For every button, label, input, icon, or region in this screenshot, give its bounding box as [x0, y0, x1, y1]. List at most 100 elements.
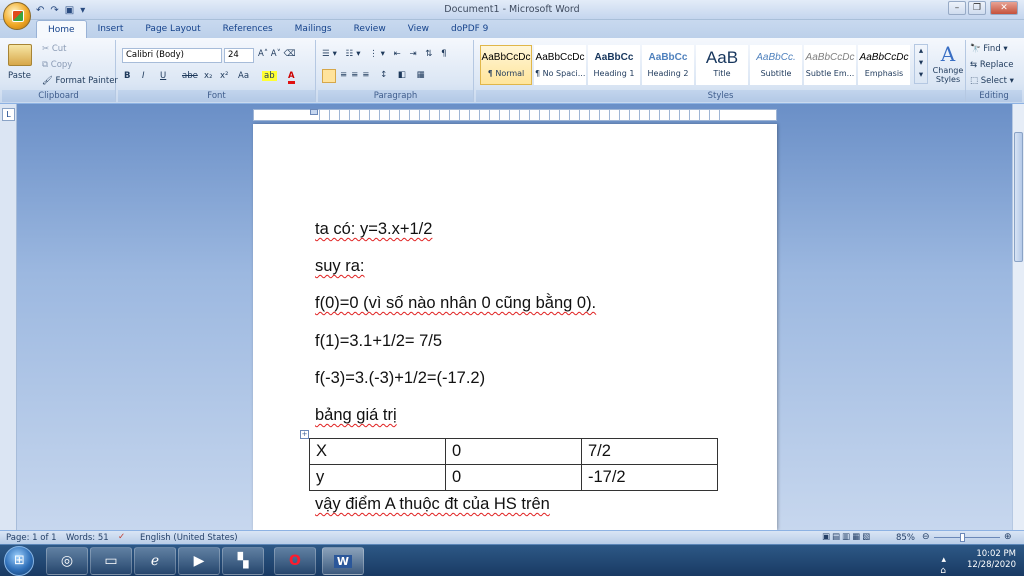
table-move-handle-icon[interactable]: +: [300, 430, 309, 439]
zoom-in-icon[interactable]: ⊕: [1004, 532, 1012, 542]
word-app-icon[interactable]: W: [322, 547, 364, 575]
doc-line-1: ta có: y=3.x+1/2: [315, 220, 433, 238]
minimize-button[interactable]: –: [948, 1, 966, 15]
style-heading-2[interactable]: AaBbCc Heading 2: [642, 45, 694, 85]
customize-qat-icon[interactable]: ▾: [80, 5, 85, 16]
align-left-icon[interactable]: [322, 69, 336, 83]
page-count[interactable]: Page: 1 of 1: [6, 533, 57, 543]
superscript-icon[interactable]: x²: [220, 71, 228, 81]
internet-explorer-icon[interactable]: ℯ: [134, 547, 176, 575]
horizontal-ruler: [253, 109, 777, 121]
language-status[interactable]: English (United States): [140, 533, 238, 543]
style-heading-1[interactable]: AaBbCc Heading 1: [588, 45, 640, 85]
doc-line-closing: vậy điểm A thuộc đt của HS trên: [315, 495, 550, 513]
vertical-scrollbar[interactable]: [1012, 104, 1024, 530]
redo-icon[interactable]: ↷: [50, 5, 58, 16]
zoom-level[interactable]: 85%: [896, 533, 915, 543]
tab-mailings[interactable]: Mailings: [284, 20, 343, 38]
title-bar: Document1 - Microsoft Word ↶ ↷ ▣ ▾ – ❐ ✕: [0, 0, 1024, 20]
table-cell[interactable]: y: [309, 464, 446, 491]
styles-scroll-icon[interactable]: ▴ ▾ ▾: [914, 44, 928, 84]
style-no-spacing[interactable]: AaBbCcDc ¶ No Spaci...: [534, 45, 586, 85]
list-icons[interactable]: ☰▾ ☷▾ ⋮▾ ⇤ ⇥ ⇅ ¶: [322, 49, 450, 59]
tab-home[interactable]: Home: [36, 20, 87, 39]
table-cell[interactable]: 0: [445, 438, 582, 465]
tab-page-layout[interactable]: Page Layout: [134, 20, 211, 38]
proofing-icon[interactable]: ✓: [118, 532, 125, 542]
tab-insert[interactable]: Insert: [87, 20, 135, 38]
word-count[interactable]: Words: 51: [66, 533, 109, 543]
office-button[interactable]: [3, 2, 31, 30]
file-explorer-icon[interactable]: ▭: [90, 547, 132, 575]
style-title[interactable]: AaB Title: [696, 45, 748, 85]
media-player-icon[interactable]: ▶: [178, 547, 220, 575]
styles-group: AaBbCcDc ¶ Normal AaBbCcDc ¶ No Spaci... A…: [476, 40, 966, 102]
paste-icon[interactable]: [8, 44, 32, 66]
close-button[interactable]: ✕: [990, 1, 1018, 15]
undo-icon[interactable]: ↶: [36, 5, 44, 16]
paste-button[interactable]: Paste: [8, 71, 31, 81]
scrollbar-thumb[interactable]: [1014, 132, 1023, 262]
tray-icons[interactable]: ▴ ⌂ ▮ ◀): [932, 555, 950, 576]
select-button[interactable]: ⬚ Select ▾: [970, 76, 1014, 86]
italic-icon[interactable]: I: [142, 71, 145, 81]
taskbar: ⊞ ◎ ▭ ℯ ▶ ▚ O W ▴ ⌂ ▮ ◀) 10:02 PM 12/28/…: [0, 544, 1024, 576]
cut-button[interactable]: ✂ Cut: [42, 44, 66, 54]
zoom-out-icon[interactable]: ⊖: [922, 532, 930, 542]
save-icon[interactable]: ▣: [65, 5, 74, 16]
table-cell[interactable]: 7/2: [581, 438, 718, 465]
tab-references[interactable]: References: [212, 20, 284, 38]
tab-view[interactable]: View: [397, 20, 440, 38]
style-subtle-emphasis[interactable]: AaBbCcDc Subtle Em...: [804, 45, 856, 85]
tab-selector-icon[interactable]: L: [2, 108, 15, 121]
paint-app-icon[interactable]: ▚: [222, 547, 264, 575]
grow-shrink-font-icon[interactable]: A˄ A˅ ⌫: [258, 49, 296, 59]
change-case-icon[interactable]: Aa: [238, 71, 249, 81]
replace-button[interactable]: ⇆ Replace: [970, 60, 1013, 70]
restore-button[interactable]: ❐: [968, 1, 986, 15]
find-button[interactable]: 🔭 Find ▾: [970, 44, 1008, 54]
search-app-icon[interactable]: ◎: [46, 547, 88, 575]
windows-logo-icon: ⊞: [14, 553, 25, 568]
table-cell[interactable]: 0: [445, 464, 582, 491]
view-buttons[interactable]: ▣▤▥▦▧: [822, 532, 872, 542]
tab-dopdf[interactable]: doPDF 9: [440, 20, 499, 38]
font-size-select[interactable]: 24: [224, 48, 254, 63]
highlight-icon[interactable]: ab: [262, 71, 277, 81]
ribbon: Paste ✂ Cut ⧉ Copy 🖌 Format Painter Clip…: [0, 38, 1024, 104]
table-cell[interactable]: -17/2: [581, 464, 718, 491]
bold-icon[interactable]: B: [124, 71, 130, 81]
underline-icon[interactable]: U: [160, 71, 166, 81]
opera-icon[interactable]: O: [274, 547, 316, 575]
zoom-slider[interactable]: ⊖ ⊕: [922, 532, 1014, 542]
doc-line-2: suy ra:: [315, 257, 365, 275]
style-emphasis[interactable]: AaBbCcDc Emphasis: [858, 45, 910, 85]
styles-group-label: Styles: [476, 90, 965, 102]
font-color-icon[interactable]: A: [288, 71, 295, 84]
strikethrough-icon[interactable]: abe: [182, 71, 198, 81]
clock-time[interactable]: 10:02 PM: [967, 549, 1016, 560]
alignment-icons[interactable]: ≡≡≡ ↕ ◧ ▦: [340, 70, 429, 80]
copy-button[interactable]: ⧉ Copy: [42, 60, 72, 70]
zoom-thumb[interactable]: [960, 533, 965, 542]
subscript-icon[interactable]: x₂: [204, 71, 212, 81]
change-styles-icon: A: [940, 42, 956, 66]
document-page[interactable]: ta có: y=3.x+1/2 suy ra: f(0)=0 (vì số n…: [253, 124, 777, 530]
font-name-select[interactable]: Calibri (Body): [122, 48, 222, 63]
style-normal[interactable]: AaBbCcDc ¶ Normal: [480, 45, 532, 85]
quick-access-toolbar: ↶ ↷ ▣ ▾: [36, 3, 85, 17]
format-painter-button[interactable]: 🖌 Format Painter: [42, 76, 118, 86]
office-logo-icon: [12, 10, 24, 22]
system-tray: ▴ ⌂ ▮ ◀) 10:02 PM 12/28/2020: [940, 545, 1024, 576]
table-row: X 0 7/2: [309, 438, 718, 465]
clock-date[interactable]: 12/28/2020: [967, 560, 1016, 571]
start-button[interactable]: ⊞: [4, 546, 34, 576]
ribbon-tabs: Home Insert Page Layout References Maili…: [0, 20, 1024, 39]
value-table: X 0 7/2 y 0 -17/2: [309, 438, 718, 491]
style-subtitle[interactable]: AaBbCc. Subtitle: [750, 45, 802, 85]
table-cell[interactable]: X: [309, 438, 446, 465]
doc-line-3: f(0)=0 (vì số nào nhân 0 cũng bằng 0).: [315, 294, 597, 312]
tab-review[interactable]: Review: [343, 20, 397, 38]
change-styles-button[interactable]: A Change Styles: [932, 42, 964, 84]
indent-marker-icon[interactable]: [310, 109, 318, 115]
